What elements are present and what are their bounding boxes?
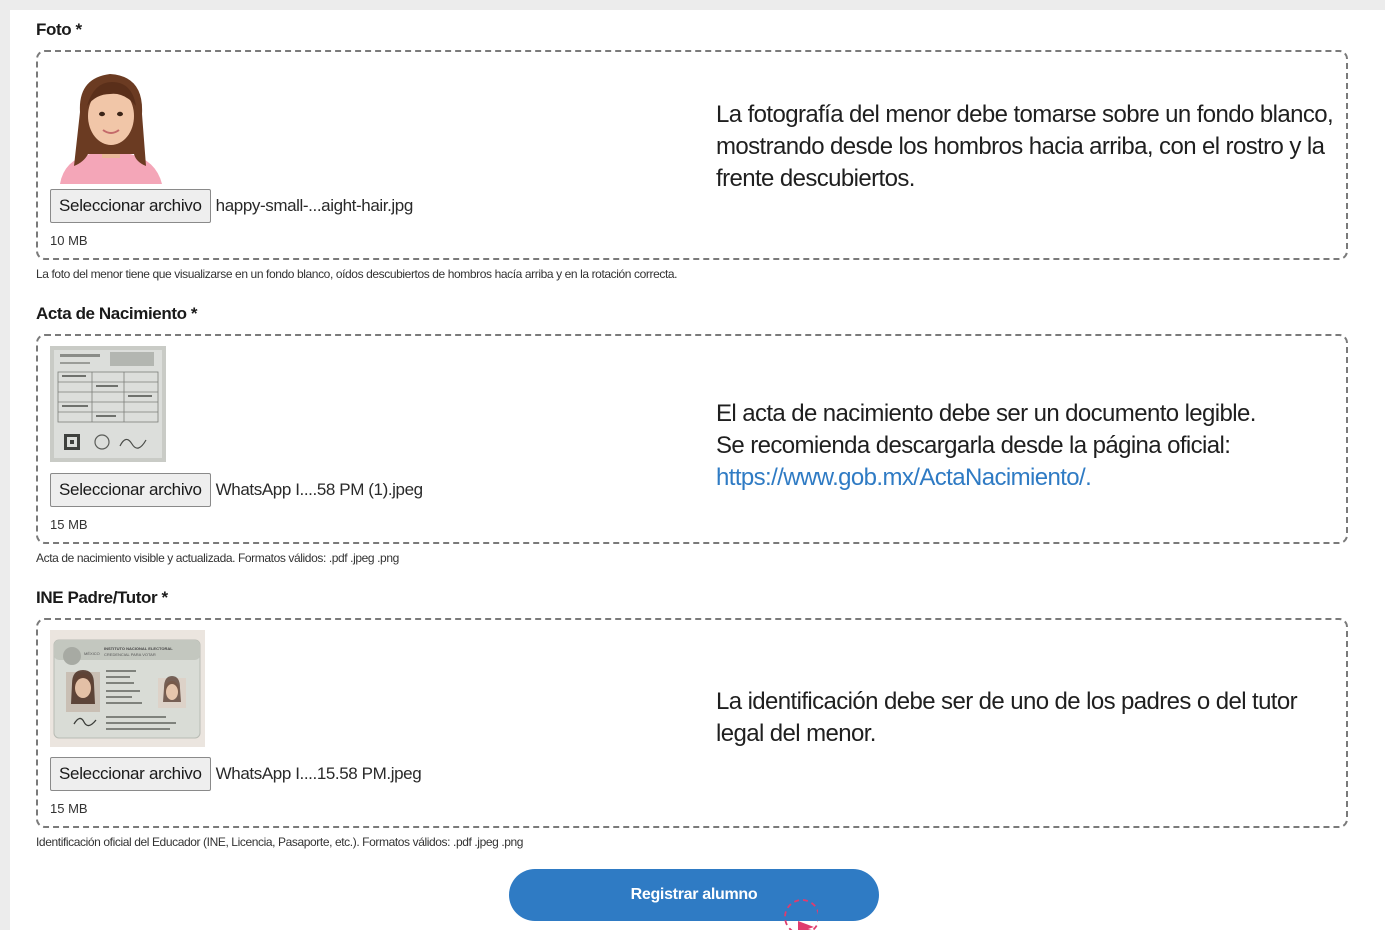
ine-thumbnail: MÉXICO INSTITUTO NACIONAL ELECTORAL CRED… bbox=[50, 630, 205, 747]
acta-thumbnail bbox=[50, 346, 166, 462]
acta-dropzone[interactable]: Seleccionar archivo WhatsApp I....58 PM … bbox=[36, 334, 1348, 544]
foto-label: Foto * bbox=[36, 20, 82, 39]
ine-card-subtitle: CREDENCIAL PARA VOTAR bbox=[104, 652, 156, 657]
acta-file-name: WhatsApp I....58 PM (1).jpeg bbox=[215, 480, 423, 499]
ine-file-row: Seleccionar archivo WhatsApp I....15.58 … bbox=[50, 757, 422, 791]
acta-hint: Acta de nacimiento visible y actualizada… bbox=[36, 551, 399, 565]
acta-select-file-button[interactable]: Seleccionar archivo bbox=[50, 473, 211, 507]
acta-file-row: Seleccionar archivo WhatsApp I....58 PM … bbox=[50, 473, 423, 507]
acta-official-link[interactable]: https://www.gob.mx/ActaNacimiento/. bbox=[716, 464, 1092, 491]
ine-card-title: INSTITUTO NACIONAL ELECTORAL bbox=[104, 646, 173, 651]
foto-file-row: Seleccionar archivo happy-small-...aight… bbox=[50, 189, 413, 223]
acta-info-line2: Se recomienda descargarla desde la págin… bbox=[716, 432, 1231, 459]
ine-hint: Identificación oficial del Educador (INE… bbox=[36, 835, 524, 849]
foto-file-size: 10 MB bbox=[50, 233, 88, 248]
ine-label: INE Padre/Tutor * bbox=[36, 588, 168, 607]
acta-file-size: 15 MB bbox=[50, 517, 88, 532]
register-student-button[interactable]: Registrar alumno bbox=[509, 869, 879, 921]
foto-file-name: happy-small-...aight-hair.jpg bbox=[215, 196, 414, 215]
ine-card-country: MÉXICO bbox=[84, 651, 100, 656]
ine-select-file-button[interactable]: Seleccionar archivo bbox=[50, 757, 211, 791]
foto-hint: La foto del menor tiene que visualizarse… bbox=[36, 267, 678, 281]
ine-dropzone[interactable]: MÉXICO INSTITUTO NACIONAL ELECTORAL CRED… bbox=[36, 618, 1348, 828]
section-ine: INE Padre/Tutor * MÉXICO INSTITUTO NACIO… bbox=[36, 586, 1352, 849]
ine-info-text: La identificación debe ser de uno de los… bbox=[716, 688, 1298, 747]
mouse-cursor-icon bbox=[768, 893, 818, 930]
acta-info-line1: El acta de nacimiento debe ser un docume… bbox=[716, 400, 1256, 427]
ine-file-name: WhatsApp I....15.58 PM.jpeg bbox=[215, 764, 422, 783]
foto-select-file-button[interactable]: Seleccionar archivo bbox=[50, 189, 211, 223]
foto-dropzone[interactable]: Seleccionar archivo happy-small-...aight… bbox=[36, 50, 1348, 260]
section-acta: Acta de Nacimiento * Seleccionar archivo… bbox=[36, 302, 1352, 565]
ine-file-size: 15 MB bbox=[50, 801, 88, 816]
foto-info-text: La fotografía del menor debe tomarse sob… bbox=[716, 101, 1334, 192]
acta-info: El acta de nacimiento debe ser un docume… bbox=[716, 398, 1346, 494]
registration-form: Foto * Seleccionar archivo happy-small-.… bbox=[10, 10, 1385, 930]
foto-thumbnail bbox=[50, 62, 170, 184]
acta-label: Acta de Nacimiento * bbox=[36, 304, 198, 323]
section-foto: Foto * Seleccionar archivo happy-small-.… bbox=[36, 18, 1352, 281]
